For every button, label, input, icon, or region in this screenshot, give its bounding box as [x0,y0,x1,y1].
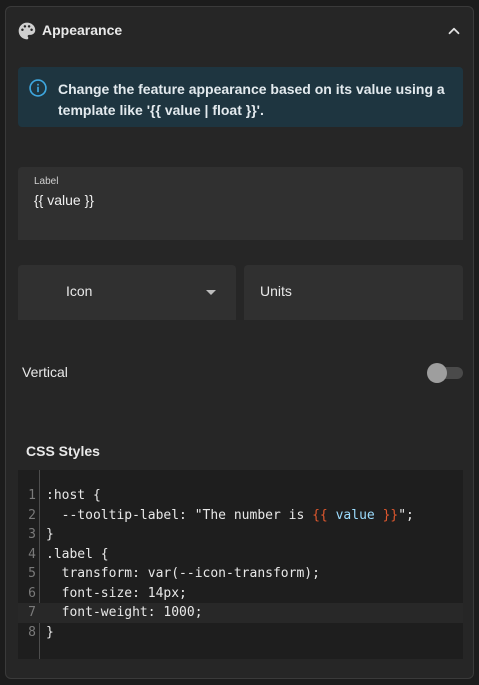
line-number: 1 [28,488,36,503]
label-field-value[interactable]: {{ value }} [34,192,94,208]
code-text: --tooltip-label: "The number is {{ value… [46,506,414,526]
code-text: transform: var(--icon-transform); [46,566,320,581]
palette-icon [18,22,36,40]
code-line[interactable]: 4 .label { [18,545,463,565]
info-alert: Change the feature appearance based on i… [18,67,463,127]
icon-select-label: Icon [66,283,93,299]
units-field[interactable]: Units [244,265,463,320]
line-number: 5 [28,566,36,581]
code-line[interactable]: 2 --tooltip-label: "The number is {{ val… [18,506,463,526]
appearance-panel: Appearance Change the feature appearance… [5,6,474,679]
vertical-label: Vertical [22,364,68,380]
vertical-toggle[interactable] [427,363,463,383]
css-styles-title: CSS Styles [26,443,100,459]
dropdown-arrow-icon[interactable] [206,290,216,295]
label-field[interactable]: Label {{ value }} [18,167,463,240]
line-number: 2 [28,507,36,523]
code-line[interactable]: 6 font-size: 14px; [18,584,463,604]
code-text: .label { [46,546,109,562]
code-line[interactable]: 1 :host { [18,486,463,506]
code-text: } [46,527,54,542]
info-icon [29,79,47,97]
info-text: Change the feature appearance based on i… [58,81,445,118]
icon-select[interactable]: Icon [18,265,236,320]
template-close-brace: }} [382,507,399,523]
code-line[interactable]: 5 transform: var(--icon-transform); [18,564,463,584]
line-number: 7 [28,605,36,620]
code-segment: "; [398,507,414,523]
code-text: font-size: 14px; [46,585,187,601]
line-number: 3 [28,527,36,542]
code-line[interactable]: 3 } [18,525,463,545]
code-line-active[interactable]: 7 font-weight: 1000; [18,603,463,623]
code-text: } [46,624,54,640]
template-open-brace: {{ [312,507,328,523]
appearance-header[interactable]: Appearance [6,7,473,55]
template-variable: value [327,507,383,523]
panel-title: Appearance [42,22,123,38]
code-segment: --tooltip-label: "The number is [46,507,313,523]
code-text: font-weight: 1000; [46,605,203,620]
css-code-editor[interactable]: 1 :host { 2 --tooltip-label: "The number… [18,470,463,659]
units-field-label: Units [260,283,292,299]
toggle-thumb[interactable] [427,363,447,383]
chevron-up-icon[interactable] [445,22,463,40]
line-number: 4 [28,546,36,562]
code-line[interactable]: 8 } [18,623,463,643]
code-text: :host { [46,488,101,503]
line-number: 8 [28,624,36,640]
label-field-label: Label [34,176,59,187]
line-number: 6 [28,585,36,601]
